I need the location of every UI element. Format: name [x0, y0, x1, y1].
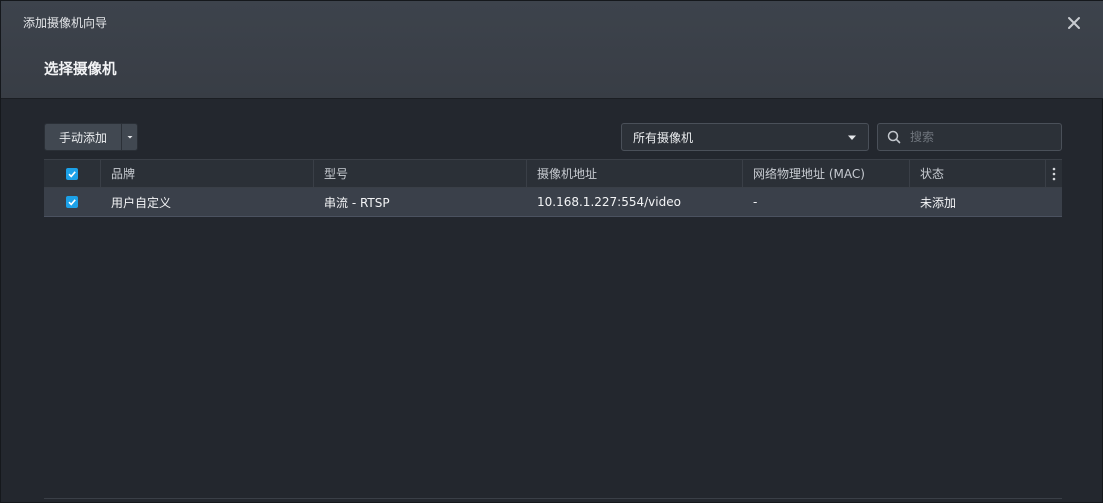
cell-address: 10.168.1.227:554/video: [537, 195, 681, 209]
manual-add-split-button: 手动添加: [44, 123, 138, 151]
dialog-title: 添加摄像机向导: [23, 16, 108, 30]
caret-down-icon: [127, 135, 132, 138]
toolbar: 手动添加 所有摄像机: [1, 99, 1103, 159]
table-row[interactable]: 用户自定义 串流 - RTSP 10.168.1.227:554/video -…: [44, 188, 1062, 217]
select-all-cell: [44, 160, 100, 187]
camera-filter-value: 所有摄像机: [633, 130, 694, 145]
column-options-button[interactable]: [1045, 160, 1062, 187]
select-all-checkbox[interactable]: [66, 167, 78, 180]
checkbox-checked-icon: [68, 170, 76, 178]
camera-table: 品牌 型号 摄像机地址 网络物理地址 (MAC) 状态 用户自定义 串流 - R…: [44, 159, 1062, 217]
manual-add-button[interactable]: 手动添加: [45, 124, 121, 150]
column-header-mac[interactable]: 网络物理地址 (MAC): [742, 160, 909, 187]
close-icon: [1068, 17, 1080, 29]
column-header-status[interactable]: 状态: [909, 160, 1045, 187]
close-button[interactable]: [1064, 13, 1084, 33]
search-input[interactable]: [910, 130, 1050, 144]
column-header-model[interactable]: 型号: [313, 160, 526, 187]
cell-brand: 用户自定义: [111, 195, 172, 210]
search-icon: [878, 130, 910, 144]
column-header-address[interactable]: 摄像机地址: [526, 160, 742, 187]
manual-add-dropdown-button[interactable]: [121, 124, 137, 150]
dialog-header: 添加摄像机向导 选择摄像机: [1, 1, 1103, 99]
column-header-brand[interactable]: 品牌: [100, 160, 313, 187]
more-vertical-icon: [1052, 167, 1056, 180]
search-box: [877, 123, 1062, 151]
footer-divider: [44, 498, 1062, 499]
cell-model: 串流 - RTSP: [324, 195, 390, 210]
camera-filter-select[interactable]: 所有摄像机: [621, 123, 869, 151]
row-select-cell: [44, 188, 100, 216]
row-checkbox[interactable]: [66, 196, 78, 208]
caret-down-icon: [848, 135, 856, 140]
cell-status: 未添加: [920, 195, 957, 210]
cell-mac: -: [753, 195, 758, 209]
step-title: 选择摄像机: [44, 62, 117, 78]
checkbox-checked-icon: [68, 199, 76, 206]
add-camera-wizard-dialog: 添加摄像机向导 选择摄像机 手动添加 所有摄像机 搜索 品牌 型号 摄像机地址 …: [0, 0, 1103, 503]
table-header: 品牌 型号 摄像机地址 网络物理地址 (MAC) 状态: [44, 159, 1062, 188]
